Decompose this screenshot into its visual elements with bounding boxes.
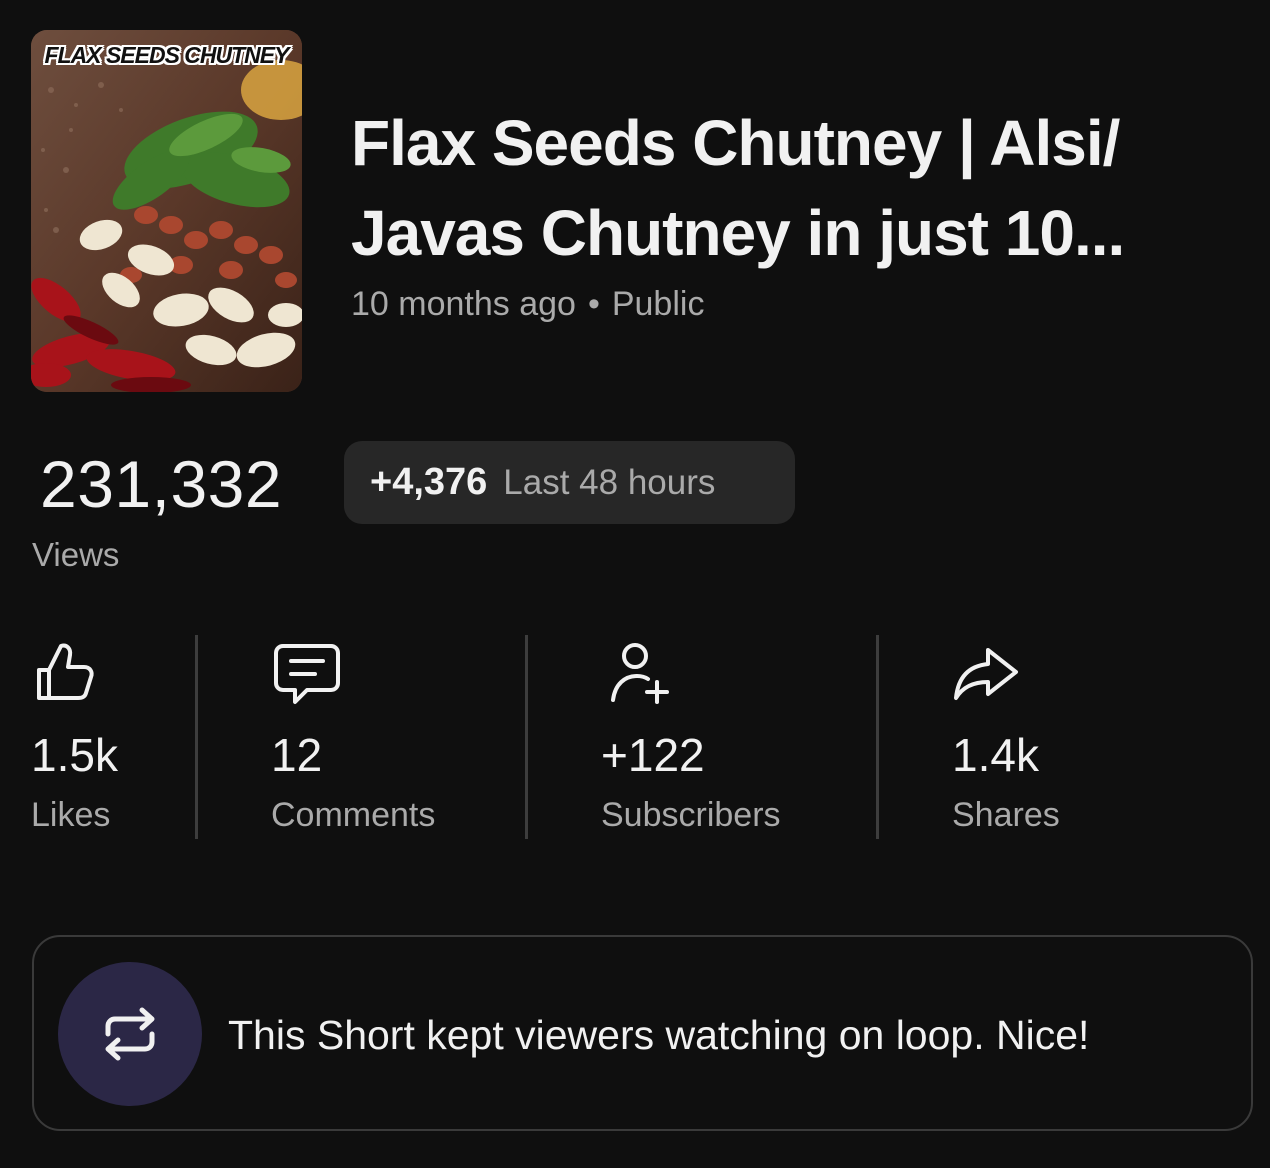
video-visibility: Public	[611, 285, 705, 323]
subscribers-label: Subscribers	[601, 796, 781, 834]
likes-value: 1.5k	[31, 729, 118, 781]
loop-icon-badge	[58, 962, 202, 1106]
views-label: Views	[32, 536, 120, 573]
loop-icon	[105, 1007, 155, 1061]
recent-views-chip: +4,376 Last 48 hours	[344, 441, 795, 524]
thumbnail-image	[31, 30, 302, 392]
shares-value: 1.4k	[952, 729, 1039, 781]
add-person-icon	[611, 643, 669, 704]
stat-divider	[195, 635, 198, 839]
meta-separator: •	[587, 285, 600, 323]
subscribers-value: +122	[601, 729, 705, 781]
video-title: Flax Seeds Chutney | Alsi/ Javas Chutney…	[351, 107, 1125, 269]
comments-label: Comments	[271, 796, 436, 834]
likes-label: Likes	[31, 796, 111, 834]
views-count: 231,332	[40, 447, 283, 521]
thumbnail-caption: FLAX SEEDS CHUTNEY	[44, 42, 290, 68]
stat-comments: 12 Comments	[271, 636, 435, 834]
stat-divider	[876, 635, 879, 839]
comment-icon	[274, 644, 340, 704]
thumbs-up-icon	[37, 643, 94, 700]
loop-insight-text: This Short kept viewers watching on loop…	[228, 1012, 1090, 1058]
stat-likes: 1.5k Likes	[31, 636, 118, 834]
video-thumbnail[interactable]: FLAX SEEDS CHUTNEY	[31, 30, 302, 392]
recent-views-label: Last 48 hours	[503, 462, 716, 502]
stat-shares: 1.4k Shares	[952, 636, 1060, 834]
shares-label: Shares	[952, 796, 1060, 834]
share-icon	[954, 648, 1018, 700]
video-age: 10 months ago	[351, 285, 576, 323]
loop-insight-card: This Short kept viewers watching on loop…	[32, 935, 1253, 1131]
stat-divider	[525, 635, 528, 839]
recent-views-delta: +4,376	[370, 461, 488, 503]
stat-subscribers: +122 Subscribers	[601, 636, 781, 834]
comments-value: 12	[271, 729, 323, 781]
video-meta: 10 months ago • Public	[351, 285, 704, 324]
